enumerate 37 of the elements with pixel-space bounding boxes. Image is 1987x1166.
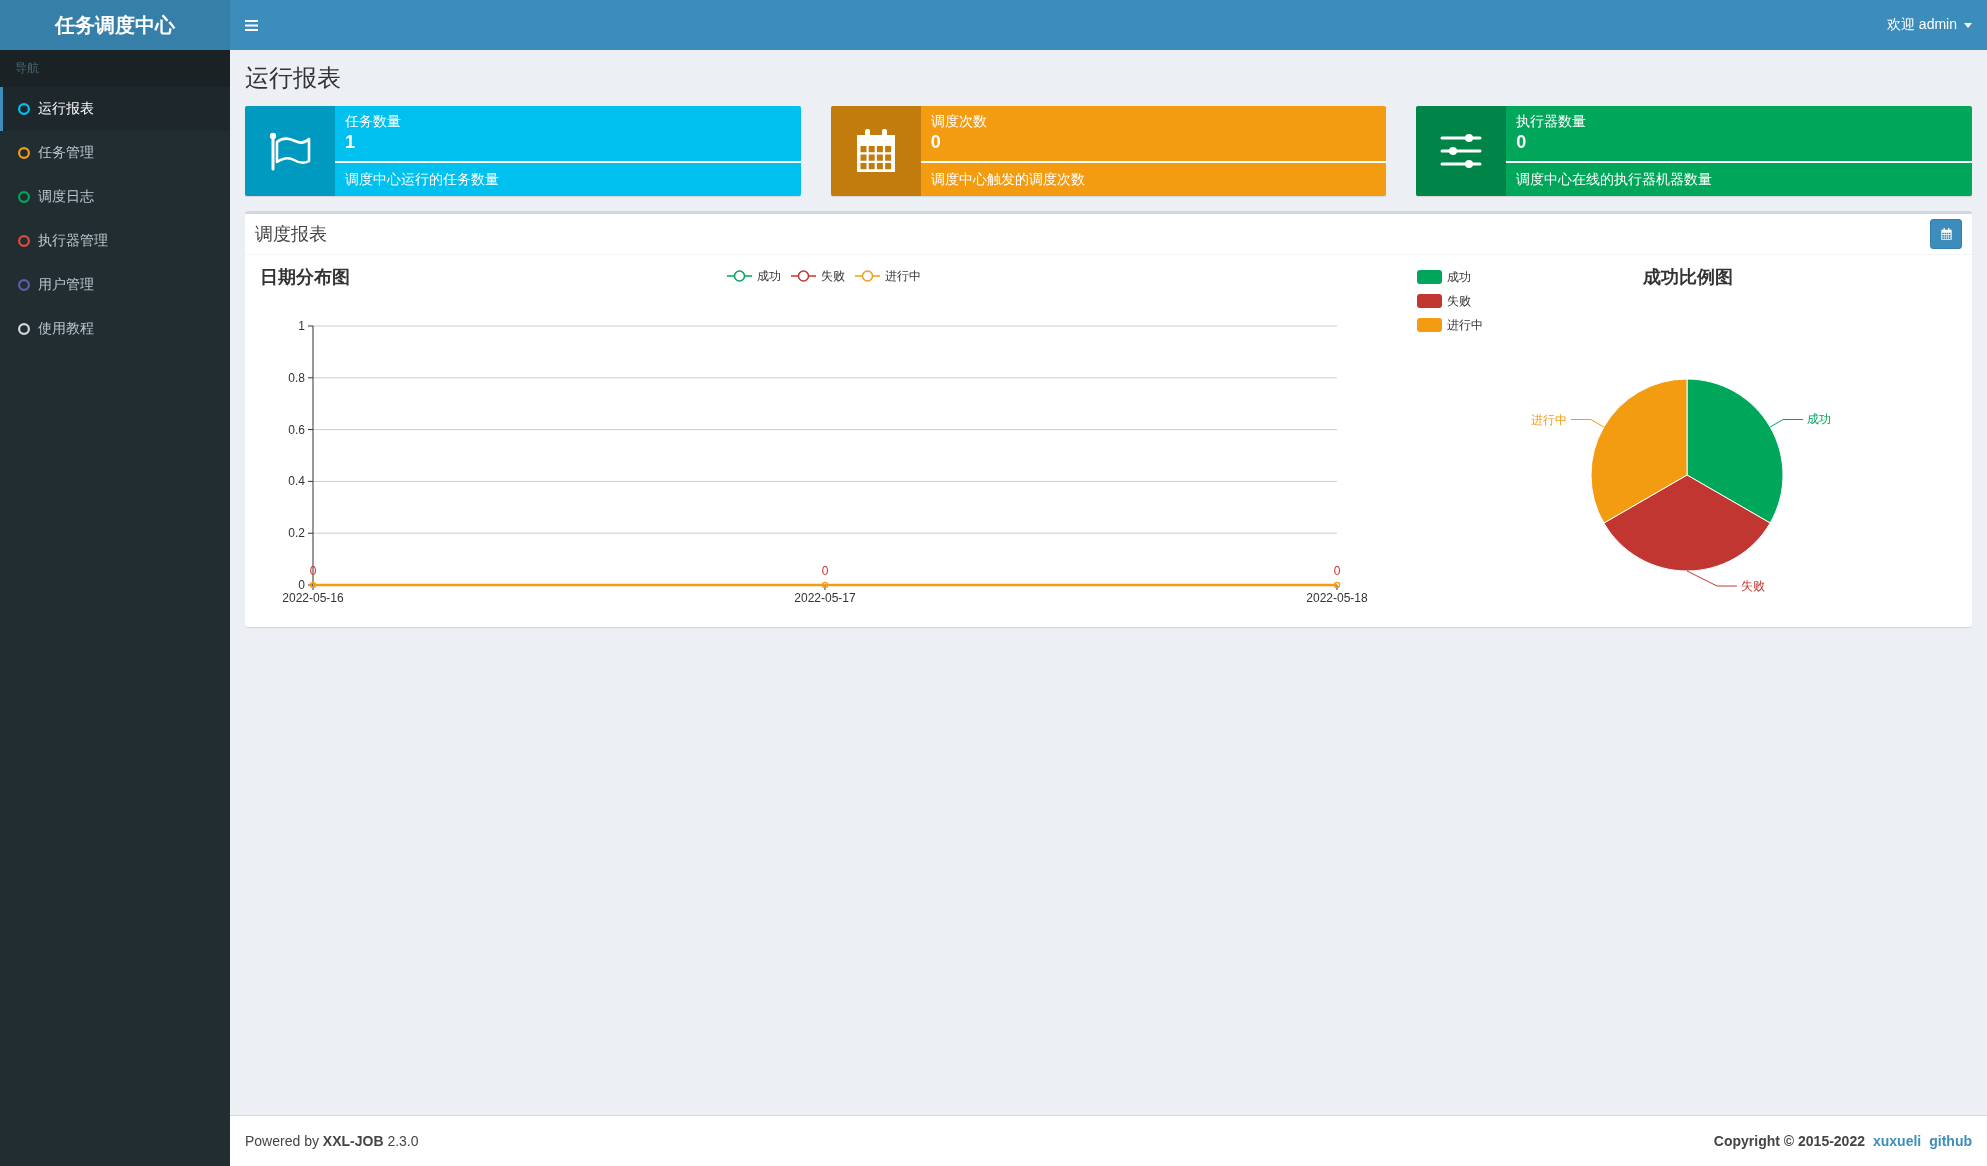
- info-label: 调度次数: [930, 112, 987, 131]
- info-label: 任务数量: [345, 112, 401, 131]
- data-label: 0: [1333, 564, 1341, 578]
- axis-label: 0.2: [288, 526, 305, 541]
- info-label: 执行器数量: [1516, 112, 1587, 131]
- axis-label: 0.6: [288, 422, 305, 437]
- legend-label: 失败: [1447, 294, 1471, 308]
- legend-label: 失败: [821, 269, 845, 283]
- legend-label: 成功: [1447, 270, 1471, 284]
- slice-label: 成功: [1807, 412, 1832, 427]
- axis-label: 2022-05-17: [794, 591, 856, 605]
- panel-title: 调度报表: [255, 223, 327, 246]
- legend-label: 进行中: [1447, 318, 1483, 332]
- info-description: 调度中心触发的调度次数: [930, 170, 1085, 189]
- axis-label: 1: [298, 319, 305, 333]
- axis-label: 2022-05-18: [1306, 591, 1368, 605]
- page-title: 运行报表: [245, 65, 342, 91]
- data-label: 0: [821, 564, 829, 578]
- legend-label: 进行中: [885, 269, 921, 283]
- chart-title: 成功比例图: [1641, 266, 1733, 289]
- info-value: 0: [930, 131, 941, 153]
- info-value: 0: [1516, 131, 1527, 153]
- powered-by-text: Powered by XXL-JOB 2.3.0: [245, 1132, 419, 1151]
- chart-title: 日期分布图: [259, 266, 350, 289]
- axis-label: 0.8: [288, 370, 305, 385]
- copyright-text: Copyright © 2015-2022: [1713, 1132, 1865, 1151]
- axis-label: 2022-05-16: [282, 591, 344, 605]
- slice-label: 进行中: [1530, 412, 1567, 427]
- axis-label: 0: [298, 578, 305, 592]
- info-value: 1: [345, 131, 355, 153]
- info-description: 调度中心在线的执行器机器数量: [1516, 170, 1713, 189]
- legend-label: 成功: [757, 269, 781, 283]
- slice-label: 失败: [1741, 579, 1766, 593]
- data-label: 0: [309, 564, 317, 578]
- axis-label: 0.4: [288, 474, 305, 489]
- info-description: 调度中心运行的任务数量: [345, 170, 499, 189]
- nav-heading: 导航: [0, 50, 230, 87]
